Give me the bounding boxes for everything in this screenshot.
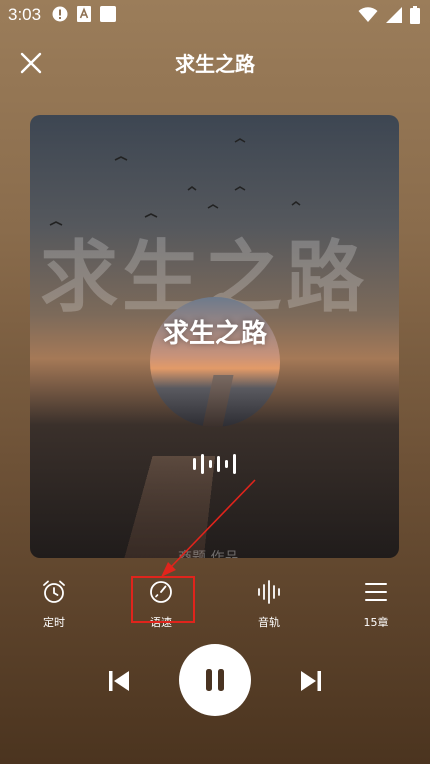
- timer-button[interactable]: 定时: [24, 578, 84, 630]
- audio-track-label: 音轨: [258, 616, 280, 629]
- audio-track-button[interactable]: 音轨: [239, 578, 299, 630]
- wifi-icon: [358, 7, 378, 27]
- skip-next-icon: [301, 671, 321, 691]
- player-toolbar: 定时 语速 音轨 15章: [0, 578, 430, 629]
- speed-gauge-icon: [150, 581, 172, 603]
- audio-track-icon: [258, 580, 280, 604]
- top-nav: 求生之路: [0, 38, 430, 86]
- battery-icon: [410, 6, 420, 28]
- chapters-label: 15章: [363, 616, 389, 629]
- skip-previous-icon: [109, 671, 129, 691]
- disc-title: 求生之路: [162, 319, 267, 349]
- status-bar: 3:03: [0, 0, 430, 30]
- chapter-list-icon: [365, 583, 387, 601]
- cover-art: 求生之路 求生之路 商题 作品: [30, 115, 399, 558]
- alert-icon: [52, 6, 68, 22]
- signal-icon: [386, 7, 402, 27]
- speed-button[interactable]: 语速: [131, 578, 191, 630]
- status-notifications: [52, 6, 116, 22]
- status-system-icons: [358, 6, 420, 28]
- pause-button[interactable]: [179, 644, 251, 716]
- album-disc: 求生之路: [150, 297, 280, 427]
- square-notification-icon: [100, 6, 116, 22]
- sound-wave-icon: [193, 454, 236, 474]
- a-notification-icon: [76, 6, 92, 22]
- timer-label: 定时: [43, 616, 65, 629]
- alarm-clock-icon: [43, 580, 65, 603]
- chapters-button[interactable]: 15章: [346, 578, 406, 630]
- next-button[interactable]: [296, 666, 326, 696]
- cover-author: 商题 作品: [178, 550, 239, 558]
- previous-button[interactable]: [104, 666, 134, 696]
- status-time: 3:03: [8, 5, 42, 24]
- speed-label: 语速: [150, 616, 172, 629]
- disc-pier-graphic: [202, 375, 234, 427]
- playback-controls: [0, 642, 430, 722]
- pause-icon: [206, 669, 224, 691]
- page-title: 求生之路: [175, 52, 255, 76]
